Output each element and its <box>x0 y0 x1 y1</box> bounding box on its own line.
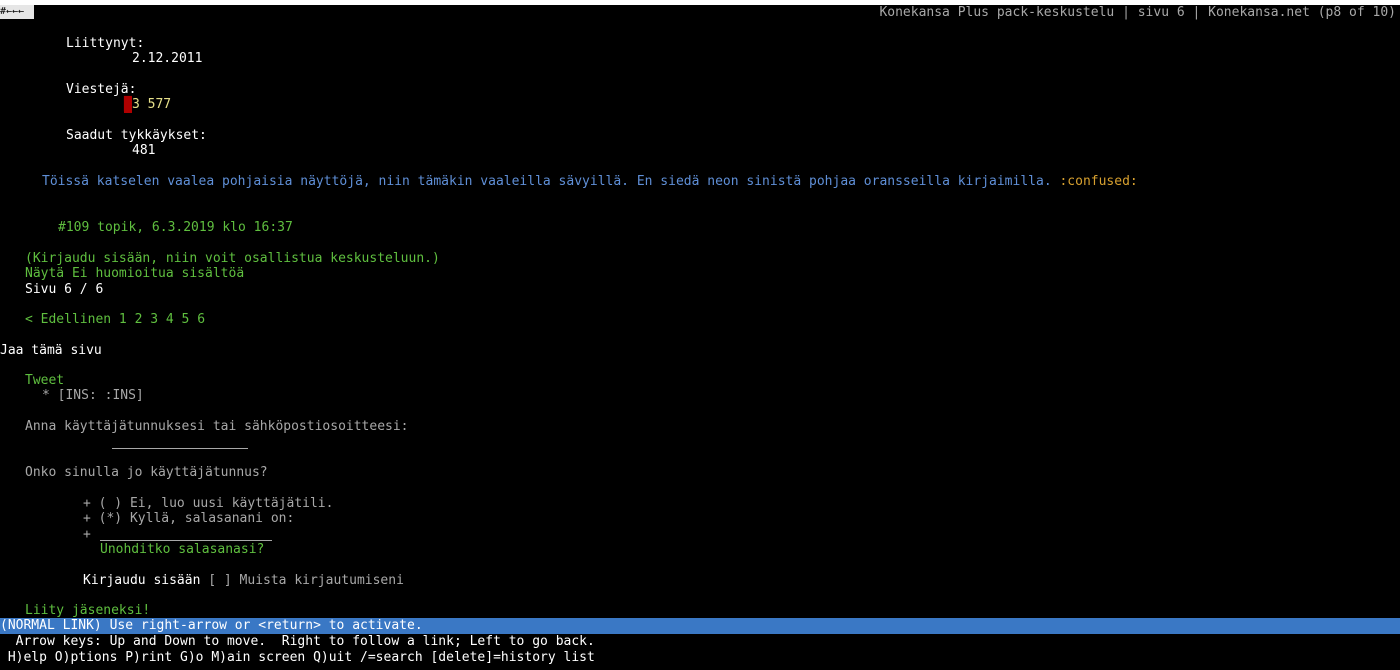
help-line-commands: H)elp O)ptions P)rint G)o M)ain screen Q… <box>0 650 595 665</box>
page-link-2[interactable]: 2 <box>135 312 143 327</box>
help-line-navigation: Arrow keys: Up and Down to move. Right t… <box>0 634 595 649</box>
password-input[interactable] <box>100 540 272 541</box>
posts-value: 3 577 <box>132 97 172 112</box>
history-nav-glyph[interactable]: #←←← <box>0 5 34 19</box>
option-have-password[interactable]: + (*) Kyllä, salasanani on: <box>83 511 294 527</box>
emoticon-confused: :confused: <box>1059 174 1138 189</box>
likes-value: 481 <box>132 143 156 158</box>
post-text: Töissä katselen vaalea pohjaisia näyttöj… <box>42 174 1052 189</box>
likes-label: Saadut tykkäykset: <box>66 128 207 143</box>
login-button[interactable]: Kirjaudu sisään <box>83 573 200 588</box>
text-cursor: █ <box>124 97 132 113</box>
tweet-link[interactable]: Tweet <box>25 373 64 389</box>
post-body: Töissä katselen vaalea pohjaisia näyttöj… <box>42 174 1138 190</box>
show-ignored-link[interactable]: Näytä Ei huomioitua sisältöä <box>25 266 244 282</box>
posts-label: Viestejä: <box>66 82 137 97</box>
remember-me-checkbox[interactable]: [ ] Muista kirjautumiseni <box>208 573 404 588</box>
login-prompt-link[interactable]: (Kirjaudu sisään, niin voit osallistua k… <box>25 251 440 267</box>
next-post-link[interactable]: #109 topik, 6.3.2019 klo 16:37 <box>58 220 293 236</box>
page-indicator: Sivu 6 / 6 <box>25 282 104 297</box>
share-heading: Jaa tämä sivu <box>0 343 102 358</box>
page-link-3[interactable]: 3 <box>150 312 158 327</box>
page-link-5[interactable]: 5 <box>182 312 190 327</box>
link-status-bar: (NORMAL LINK) Use right-arrow or <return… <box>0 618 1400 634</box>
username-input[interactable] <box>112 448 248 449</box>
forgot-password-link[interactable]: Unohditko salasanasi? <box>100 542 264 558</box>
option-plus: + <box>83 527 91 542</box>
joined-label: Liittynyt: <box>66 36 145 51</box>
username-label: Anna käyttäjätunnuksesi tai sähköpostios… <box>25 419 409 434</box>
prev-page-link[interactable]: < Edellinen <box>25 312 111 327</box>
page-link-4[interactable]: 4 <box>166 312 174 327</box>
register-link[interactable]: Liity jäseneksi! <box>25 603 150 619</box>
joined-value: 2.12.2011 <box>132 51 203 66</box>
option-new-account[interactable]: + ( ) Ei, luo uusi käyttäjätili. <box>83 496 333 512</box>
page-link-1[interactable]: 1 <box>119 312 127 327</box>
page-title: Konekansa Plus pack-keskustelu | sivu 6 … <box>879 5 1396 20</box>
ins-marker: * [INS: :INS] <box>42 388 144 403</box>
login-row: Kirjaudu sisään [ ] Muista kirjautumisen… <box>83 573 404 589</box>
have-account-question: Onko sinulla jo käyttäjätunnus? <box>25 465 268 480</box>
pagination: < Edellinen 1 2 3 4 5 6 <box>25 312 205 328</box>
page-link-6[interactable]: 6 <box>197 312 205 327</box>
